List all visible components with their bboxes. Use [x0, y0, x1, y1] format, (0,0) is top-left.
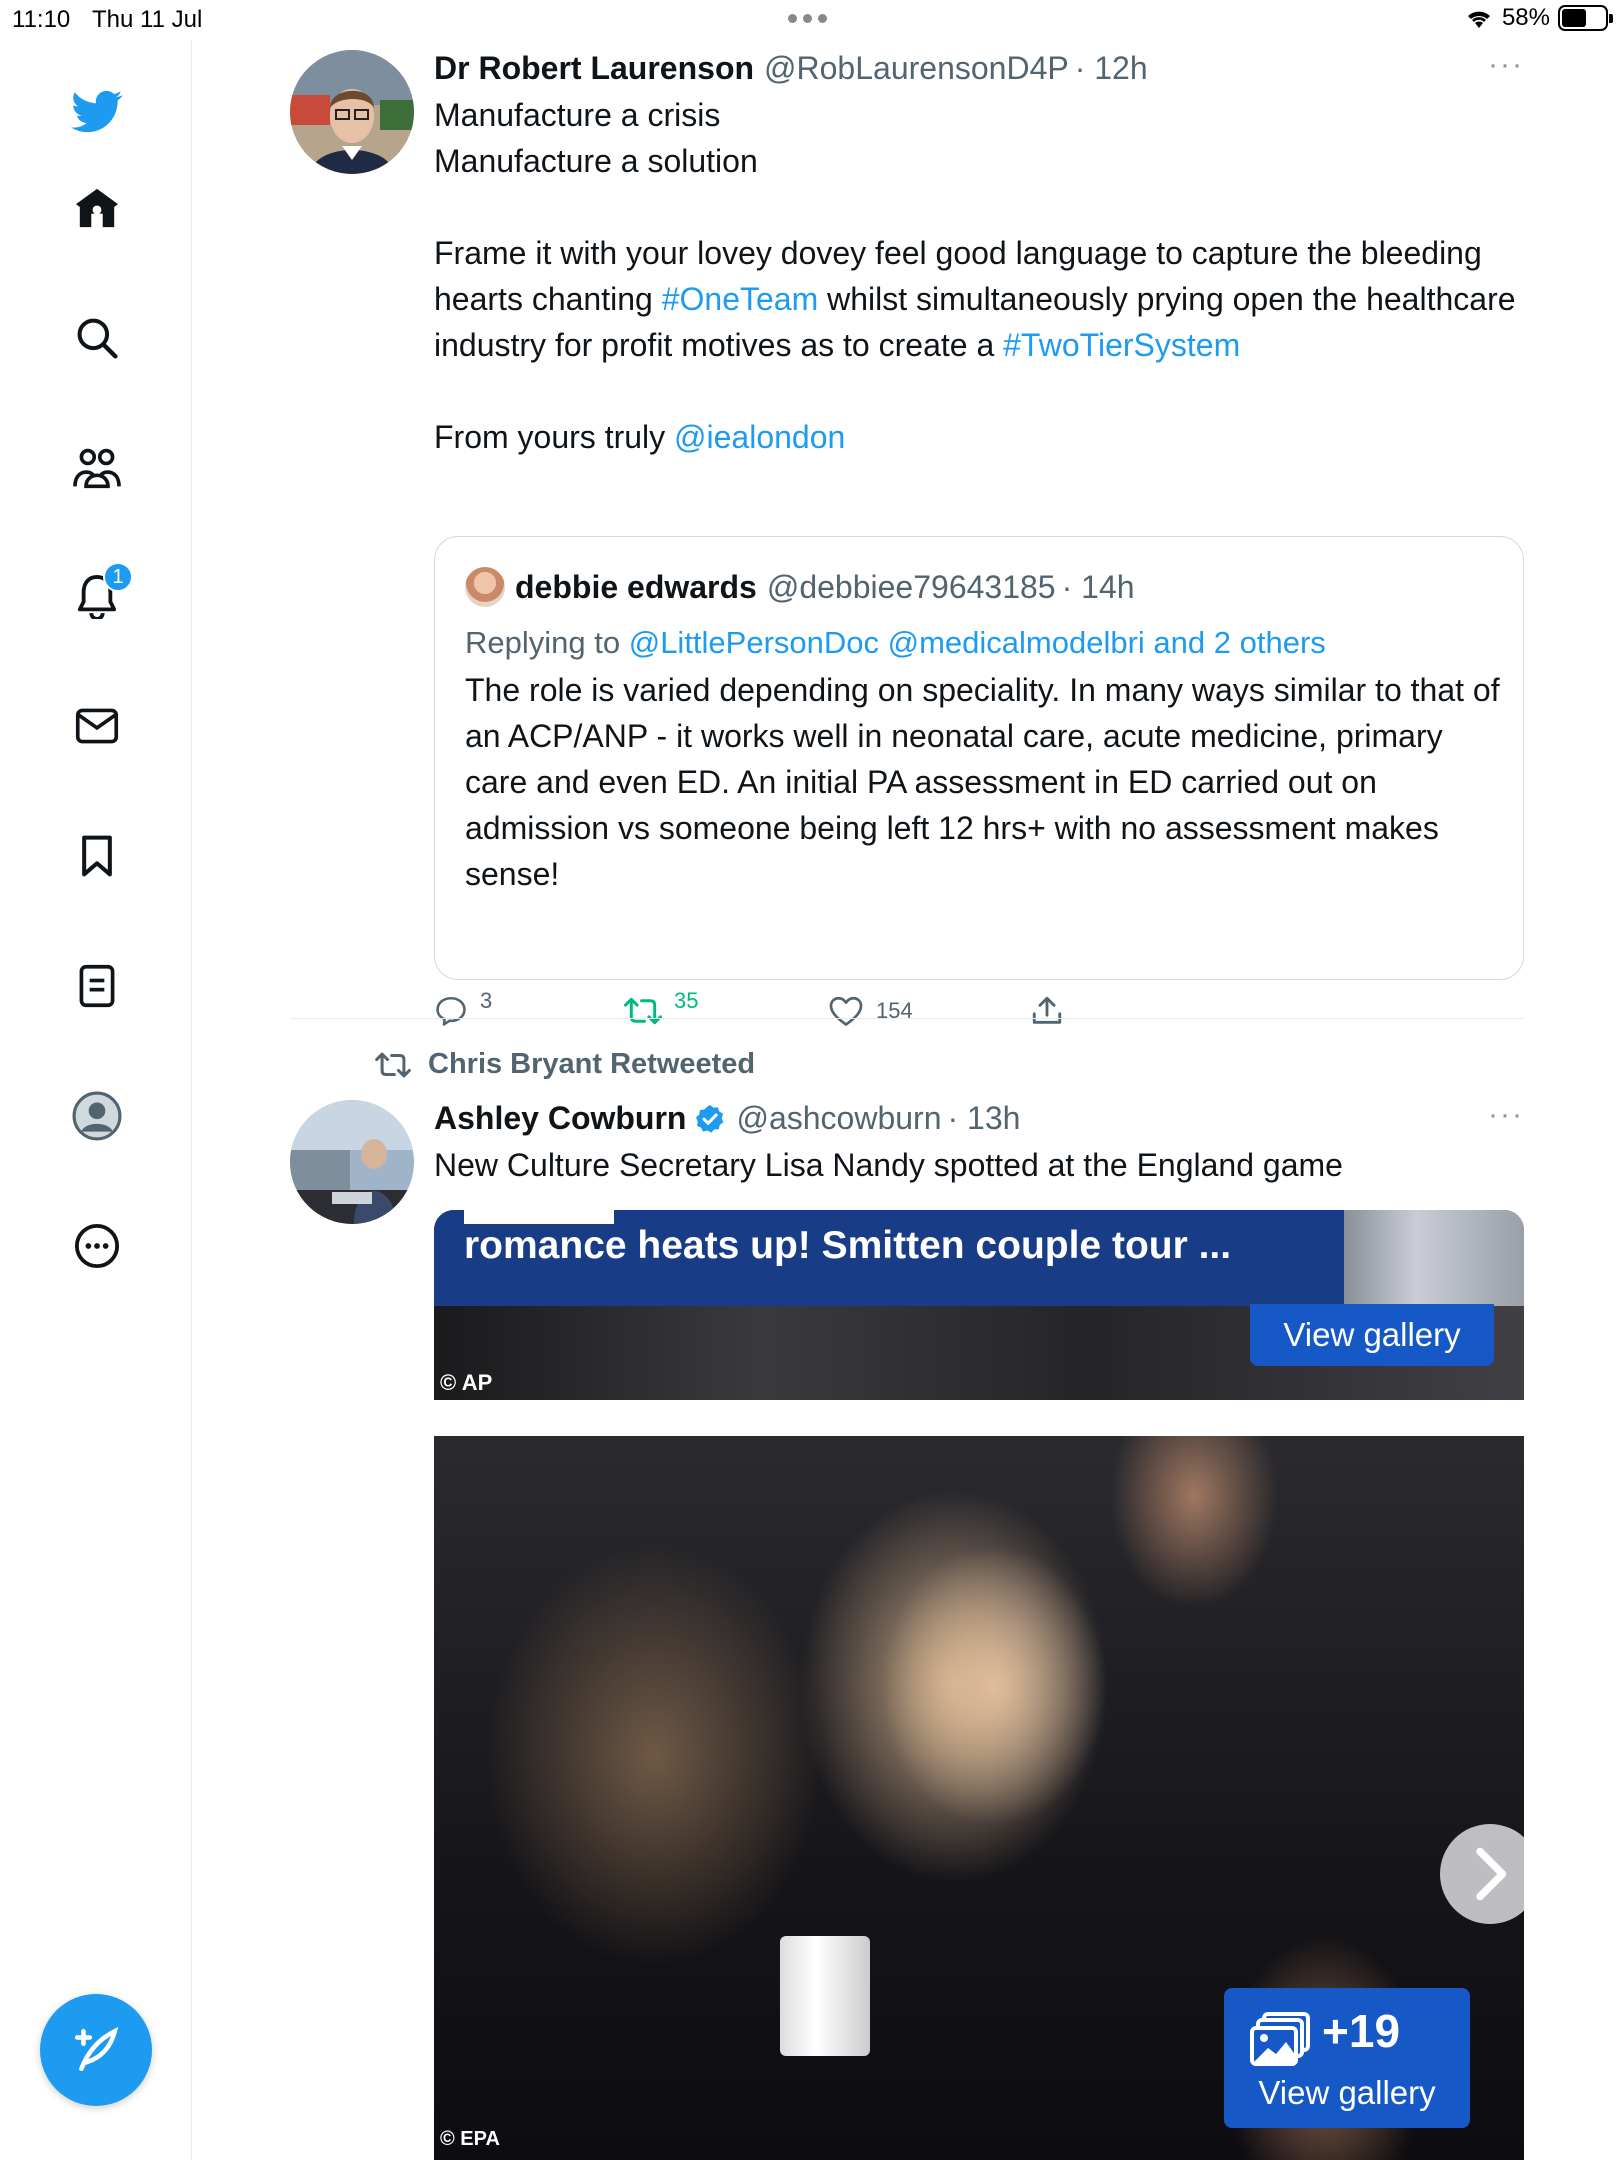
retweet-count: 35 — [674, 988, 699, 1013]
heart-icon — [829, 996, 863, 1026]
avatar[interactable] — [290, 1100, 414, 1224]
gallery-count: +19 — [1322, 2005, 1401, 2057]
tweet[interactable]: Dr Robert Laurenson @RobLaurensonD4P · 1… — [290, 48, 1524, 1026]
chevron-right-icon — [1476, 1847, 1507, 1901]
tweet-text-span: From yours truly — [434, 419, 675, 455]
reply-count: 3 — [480, 988, 493, 1013]
photo-credit: © EPA — [440, 2128, 500, 2150]
bookmarks-icon[interactable] — [71, 830, 123, 882]
replying-to-links[interactable]: @LittlePersonDoc @medicalmodelbri and 2 … — [629, 625, 1326, 660]
tweet-divider — [290, 1018, 1524, 1019]
reply-button[interactable]: 3 — [434, 988, 492, 1028]
tweet-text: New Culture Secretary Lisa Nandy spotted… — [434, 1147, 1343, 1183]
replying-to: Replying to @LittlePersonDoc @medicalmod… — [465, 625, 1326, 661]
gallery-button[interactable]: +19 View gallery — [1224, 1988, 1470, 2128]
gallery-icon — [1250, 2012, 1310, 2066]
quoted-tweet[interactable]: debbie edwards @debbiee79643185 · 14h Re… — [434, 536, 1524, 980]
tweet-line: Manufacture a crisis — [434, 97, 721, 133]
view-gallery-button[interactable]: View gallery — [1250, 1304, 1494, 1366]
communities-icon[interactable] — [71, 442, 123, 494]
twitter-bird-icon[interactable] — [71, 86, 123, 138]
avatar[interactable] — [290, 50, 414, 174]
photo-credit-text: EPA — [460, 2128, 500, 2150]
sidebar: 1 — [0, 40, 192, 2160]
author-name[interactable]: Dr Robert Laurenson — [434, 50, 754, 87]
author-handle[interactable]: @ashcowburn — [736, 1100, 941, 1137]
quoted-timestamp: · 14h — [1061, 568, 1135, 605]
reply-icon — [436, 996, 466, 1026]
hashtag-link[interactable]: #OneTeam — [662, 281, 819, 317]
tweet[interactable]: Ashley Cowburn @ashcowburn · 13h ··· New… — [290, 1098, 1524, 2160]
share-button[interactable] — [1030, 994, 1064, 1028]
compose-tweet-button[interactable] — [40, 1994, 152, 2106]
notification-badge: 1 — [103, 562, 133, 592]
tweet-timestamp[interactable]: · 12h — [1075, 50, 1148, 87]
compose-tweet-icon — [74, 2026, 119, 2072]
replying-prefix: Replying to — [465, 625, 629, 660]
author-name[interactable]: Ashley Cowburn — [434, 1100, 686, 1137]
profile-icon[interactable] — [71, 1090, 123, 1142]
tweet-line: Manufacture a solution — [434, 143, 758, 179]
like-count: 154 — [876, 998, 913, 1023]
battery-percent: 58% — [1501, 4, 1550, 31]
quoted-avatar[interactable] — [465, 567, 505, 607]
mention-link[interactable]: @iealondon — [674, 419, 845, 455]
multitasking-dots[interactable] — [788, 14, 827, 23]
status-date: Thu 11 Jul — [92, 6, 203, 33]
gallery-label: View gallery — [1258, 2074, 1436, 2111]
quoted-author-name[interactable]: debbie edwards — [515, 569, 757, 606]
tweet-actions: 3 35 154 — [434, 988, 1524, 1044]
more-options-icon[interactable] — [71, 1220, 123, 1272]
tweet-text: Manufacture a crisis Manufacture a solut… — [434, 92, 1524, 460]
quoted-author-handle[interactable]: @debbiee79643185 — [767, 569, 1056, 606]
media-image-top[interactable]: romance heats up! Smitten couple tour ..… — [434, 1210, 1524, 1400]
home-icon[interactable] — [71, 182, 123, 234]
like-button[interactable]: 154 — [828, 994, 913, 1028]
tweet-more-icon[interactable]: ··· — [1488, 1098, 1524, 1132]
wifi-icon — [1467, 11, 1490, 28]
retweet-button[interactable]: 35 — [624, 988, 698, 1028]
battery-level — [1562, 9, 1587, 27]
media-image-main[interactable]: +19 View gallery © EPA — [434, 1436, 1524, 2160]
tweet-timestamp[interactable]: · 13h — [948, 1100, 1021, 1137]
retweet-small-icon — [375, 1052, 411, 1077]
photo-credit: © AP — [440, 1370, 493, 1395]
messages-icon[interactable] — [71, 700, 123, 752]
tweet-more-icon[interactable]: ··· — [1488, 48, 1524, 82]
hashtag-link[interactable]: #TwoTierSystem — [1003, 327, 1240, 363]
retweeted-by[interactable]: Chris Bryant Retweeted — [374, 1048, 755, 1081]
share-icon — [1032, 996, 1062, 1024]
retweet-icon — [624, 997, 662, 1025]
media-headline: romance heats up! Smitten couple tour ..… — [464, 1224, 1232, 1267]
retweeted-by-label: Chris Bryant Retweeted — [428, 1048, 756, 1080]
photo-credit-text: AP — [461, 1370, 493, 1395]
tweet-paragraph: Frame it with your lovey dovey feel good… — [434, 230, 1524, 368]
author-handle[interactable]: @RobLaurensonD4P — [764, 50, 1069, 87]
verified-badge-icon — [696, 1104, 724, 1133]
battery-icon — [1558, 5, 1613, 31]
lists-icon[interactable] — [71, 960, 123, 1012]
status-bar: 11:10 Thu 11 Jul 58% — [0, 0, 1620, 40]
status-time: 11:10 — [12, 6, 71, 33]
search-icon[interactable] — [71, 312, 123, 364]
notifications-icon[interactable]: 1 — [71, 562, 133, 622]
tweet-paragraph: From yours truly @iealondon — [434, 414, 1524, 460]
quoted-text: The role is varied depending on speciali… — [465, 672, 1500, 892]
